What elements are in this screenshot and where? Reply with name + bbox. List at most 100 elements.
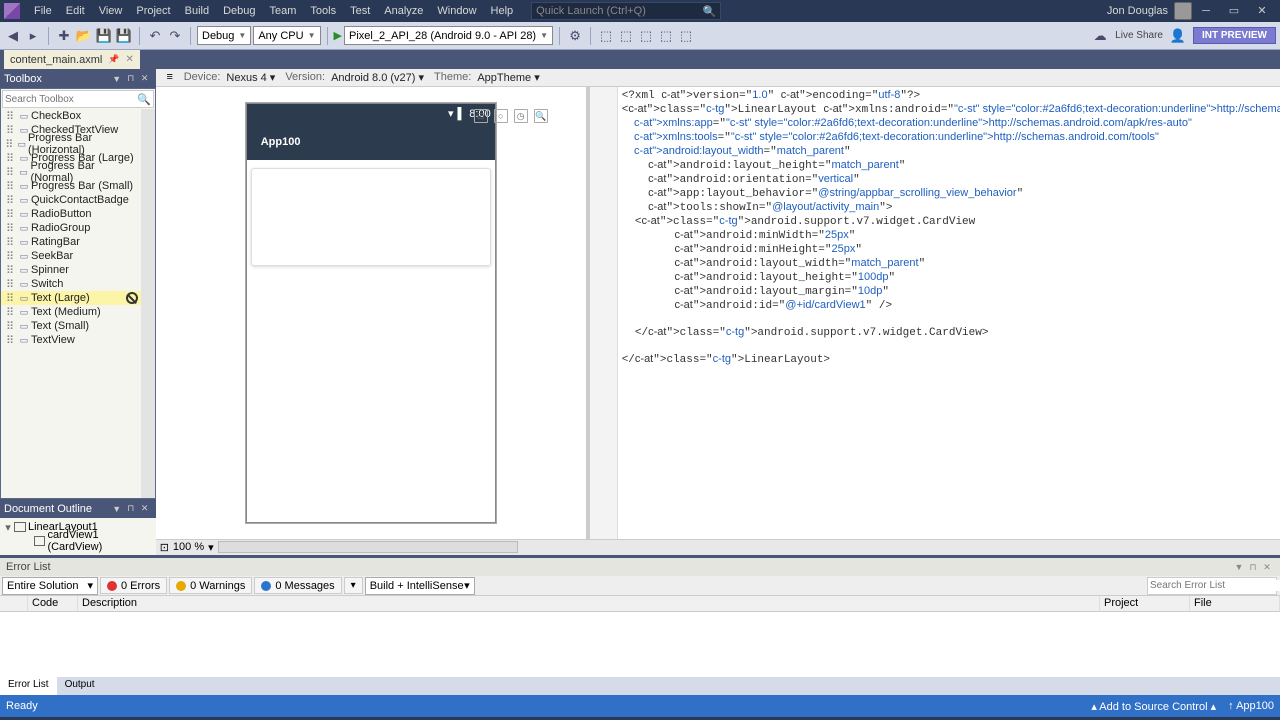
menu-view[interactable]: View (93, 3, 129, 19)
nav-fwd-icon[interactable]: ▸ (24, 27, 42, 45)
toolbox-item[interactable]: ⠿▭Progress Bar (Small) (1, 179, 141, 193)
save-icon[interactable]: 💾 (95, 27, 113, 45)
error-search[interactable] (1147, 577, 1277, 595)
toolbox-item[interactable]: ⠿▭QuickContactBadge (1, 193, 141, 207)
toolbox-item[interactable]: ⠿▭Text (Large) (1, 291, 141, 305)
dropdown-icon[interactable]: ▼ (110, 504, 124, 514)
errors-filter[interactable]: 0 Errors (100, 577, 167, 594)
toolbox-item[interactable]: ⠿▭Text (Medium) (1, 305, 141, 319)
live-share-button[interactable]: Live Share (1115, 30, 1163, 41)
zoom-icon[interactable]: ⊡ (160, 541, 169, 554)
minimize-button[interactable]: ─ (1192, 1, 1220, 21)
undo-icon[interactable]: ↶ (146, 27, 164, 45)
pin-icon[interactable]: ⊓ (1246, 562, 1260, 573)
theme-combo[interactable]: AppTheme ▾ (477, 71, 539, 84)
avatar-icon[interactable] (1174, 2, 1192, 20)
zoom-actual-icon[interactable]: ◷ (514, 109, 528, 123)
toolbox-item[interactable]: ⠿▭SeekBar (1, 249, 141, 263)
close-icon[interactable]: ✕ (138, 503, 152, 514)
toolbox-item[interactable]: ⠿▭RadioButton (1, 207, 141, 221)
pin-icon[interactable]: ⊓ (124, 73, 138, 84)
share-icon[interactable]: 👤 (1169, 27, 1187, 45)
menu-icon[interactable]: ≡ (162, 71, 178, 83)
dropdown-icon[interactable]: ▼ (1232, 562, 1246, 572)
open-icon[interactable]: 📂 (75, 27, 93, 45)
error-grid[interactable]: Code Description Project File (0, 596, 1280, 677)
h-scrollbar[interactable] (218, 541, 518, 553)
messages-filter[interactable]: 0 Messages (254, 577, 341, 594)
toolbox-search[interactable]: 🔍 (2, 90, 154, 108)
menu-edit[interactable]: Edit (60, 3, 91, 19)
publish-button[interactable]: ↑ App100 (1228, 700, 1274, 712)
menu-team[interactable]: Team (264, 3, 303, 19)
menu-file[interactable]: File (28, 3, 58, 19)
vs-logo-icon (4, 3, 20, 19)
close-icon[interactable]: ✕ (1260, 562, 1274, 573)
menu-tools[interactable]: Tools (304, 3, 342, 19)
stop-icon[interactable]: ⬚ (677, 27, 695, 45)
save-all-icon[interactable]: 💾 (115, 27, 133, 45)
menu-window[interactable]: Window (431, 3, 482, 19)
pin-icon[interactable]: ⊓ (124, 503, 138, 514)
toolbox-item[interactable]: ⠿▭Text (Small) (1, 319, 141, 333)
menu-help[interactable]: Help (485, 3, 520, 19)
toolbox-item[interactable]: ⠿▭Switch (1, 277, 141, 291)
target-combo[interactable]: Pixel_2_API_28 (Android 9.0 - API 28)▼ (344, 26, 553, 45)
step-icon[interactable]: ⬚ (597, 27, 615, 45)
quick-launch-input[interactable]: Quick Launch (Ctrl+Q) 🔍 (531, 2, 721, 20)
version-combo[interactable]: Android 8.0 (v27) ▾ (331, 71, 424, 84)
zoom-out-icon[interactable]: ○ (494, 109, 508, 123)
toolbox-item[interactable]: ⠿▭Spinner (1, 263, 141, 277)
tab-output[interactable]: Output (57, 677, 103, 695)
filter-icon[interactable]: ▾ (344, 577, 363, 594)
tab-content-main[interactable]: content_main.axml 📌 ✕ (4, 50, 140, 69)
document-tabs: content_main.axml 📌 ✕ (0, 50, 1280, 69)
search-icon: 🔍 (702, 5, 716, 18)
zoom-value[interactable]: 100 % (173, 541, 204, 553)
pin-icon[interactable]: 📌 (108, 54, 119, 65)
step-over-icon[interactable]: ⬚ (637, 27, 655, 45)
cloud-icon[interactable]: ☁ (1091, 27, 1109, 45)
step-into-icon[interactable]: ⬚ (617, 27, 635, 45)
designer-surface[interactable]: ⊡ ○ ◷ 🔍 ▾ ▌ 8:00 App100 (156, 87, 586, 539)
warnings-filter[interactable]: 0 Warnings (169, 577, 252, 594)
maximize-button[interactable]: ▭ (1220, 1, 1248, 21)
card-view[interactable] (251, 168, 491, 266)
toolbox-item[interactable]: ⠿▭TextView (1, 333, 141, 347)
menu-test[interactable]: Test (344, 3, 376, 19)
outline-child[interactable]: cardView1 (CardView) (2, 534, 154, 548)
close-button[interactable]: ✕ (1248, 1, 1276, 21)
scope-combo[interactable]: Entire Solution▾ (2, 577, 98, 595)
tab-error-list[interactable]: Error List (0, 677, 57, 695)
run-play-icon[interactable]: ▶ (334, 29, 342, 42)
close-tab-icon[interactable]: ✕ (126, 54, 134, 65)
toolbox-item[interactable]: ⠿▭RadioGroup (1, 221, 141, 235)
step-out-icon[interactable]: ⬚ (657, 27, 675, 45)
toolbox-item[interactable]: ⠿▭RatingBar (1, 235, 141, 249)
build-combo[interactable]: Build + IntelliSense▾ (365, 577, 475, 595)
new-icon[interactable]: ✚ (55, 27, 73, 45)
close-icon[interactable]: ✕ (138, 73, 152, 84)
dropdown-icon[interactable]: ▼ (110, 74, 124, 84)
error-list-header: Error List ▼ ⊓ ✕ (0, 558, 1280, 576)
menu-project[interactable]: Project (130, 3, 176, 19)
device-combo[interactable]: Nexus 4 ▾ (226, 71, 275, 84)
toolbox-item[interactable]: ⠿▭CheckBox (1, 109, 141, 123)
debug-icon[interactable]: ⚙ (566, 27, 584, 45)
user-name[interactable]: Jon Douglas (1107, 5, 1168, 17)
title-bar: FileEditViewProjectBuildDebugTeamToolsTe… (0, 0, 1280, 22)
zoom-in-icon[interactable]: 🔍 (534, 109, 548, 123)
code-editor[interactable]: <?xml c-at">version="1.0" c-at">encoding… (618, 87, 1280, 539)
add-source-control-button[interactable]: ▴ Add to Source Control ▴ (1091, 700, 1216, 713)
config-combo[interactable]: Debug▼ (197, 26, 251, 45)
menu-debug[interactable]: Debug (217, 3, 261, 19)
redo-icon[interactable]: ↷ (166, 27, 184, 45)
toolbox-item[interactable]: ⠿▭Progress Bar (Normal) (1, 165, 141, 179)
zoom-fit-icon[interactable]: ⊡ (474, 109, 488, 123)
toolbox-item[interactable]: ⠿▭Progress Bar (Horizontal) (1, 137, 141, 151)
nav-back-icon[interactable]: ◀ (4, 27, 22, 45)
scrollbar[interactable] (141, 109, 155, 498)
menu-build[interactable]: Build (179, 3, 215, 19)
menu-analyze[interactable]: Analyze (378, 3, 429, 19)
platform-combo[interactable]: Any CPU▼ (253, 26, 320, 45)
